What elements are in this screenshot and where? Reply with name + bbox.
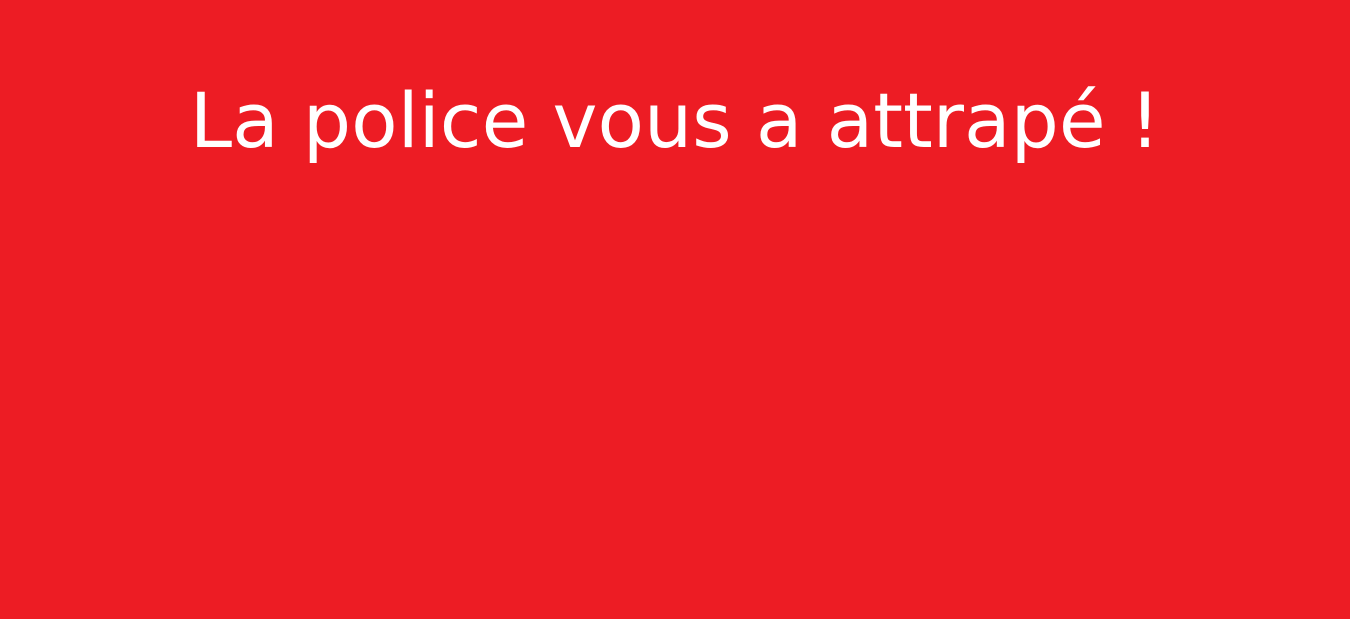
caught-by-police-message: La police vous a attrapé ! <box>189 76 1161 165</box>
game-over-screen: La police vous a attrapé ! <box>0 0 1350 619</box>
